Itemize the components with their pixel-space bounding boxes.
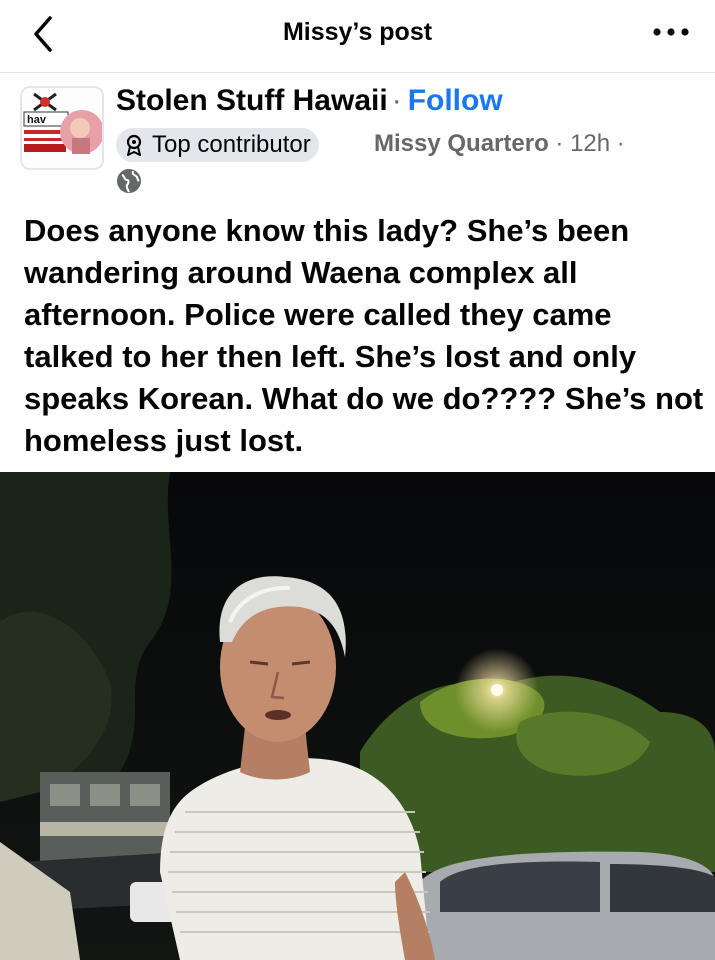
meta-separator: · [555,130,564,157]
group-avatar[interactable]: hav [20,86,104,170]
author-name[interactable]: Missy Quartero [374,130,549,157]
top-contributor-badge[interactable]: Top contributor [116,128,319,162]
separator-dot: · [391,84,402,117]
badge-label: Top contributor [152,131,311,158]
follow-button[interactable]: Follow [408,84,503,117]
post-text: Does anyone know this lady? She’s been w… [24,213,704,458]
meta-separator-trailing: · [616,130,625,157]
globe-icon [117,169,141,193]
group-name[interactable]: Stolen Stuff Hawaii [116,84,388,117]
avatar-logo-text: hav [27,114,47,126]
top-contributor-icon [126,134,142,156]
post-header: hav Stolen Stuff Hawaii · Follow Top contr… [0,76,715,194]
post-photo[interactable] [0,472,715,960]
group-name-line: Stolen Stuff Hawaii · Follow [116,84,503,118]
top-bar: Missy’s post [0,0,715,73]
timestamp[interactable]: 12h [570,130,610,157]
more-options-icon[interactable] [651,22,691,42]
post-meta: Missy Quartero · 12h · [374,130,625,158]
group-logo-icon: hav [22,88,102,168]
page-title: Missy’s post [282,18,433,46]
photo-scene [0,472,715,960]
